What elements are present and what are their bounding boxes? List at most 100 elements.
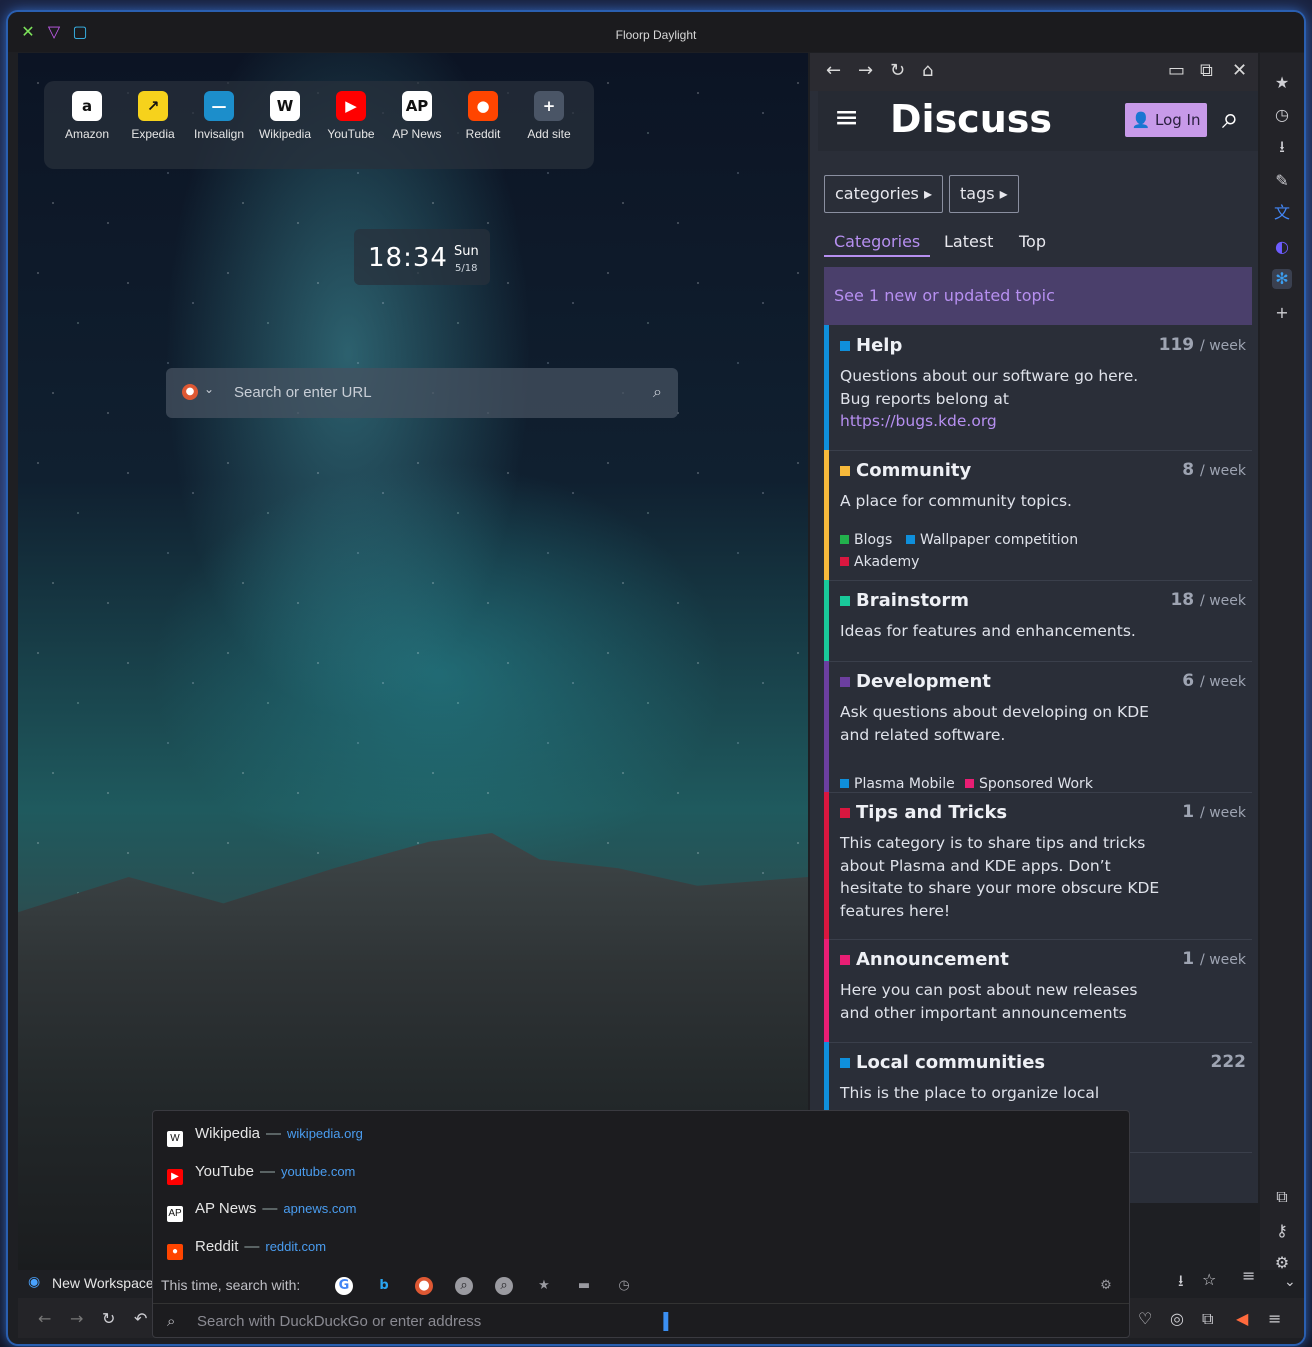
category-name[interactable]: Brainstorm [840,590,969,611]
tags-dropdown[interactable]: tags ▸ [949,175,1019,213]
category-swatch [840,1058,850,1068]
category-color-bar [824,661,829,792]
subcategory-link[interactable]: Plasma Mobile [840,776,955,792]
star-icon[interactable]: ☆ [1202,1270,1216,1289]
new-topics-banner[interactable]: See 1 new or updated topic [824,267,1252,325]
tab-categories[interactable]: Categories [824,232,931,257]
category-item[interactable]: Help 119 / week Questions about our softwa… [824,325,1252,451]
extensions-icon[interactable]: ⧉ [1202,1309,1213,1329]
save-page-icon[interactable]: ⭳ [1178,1270,1184,1297]
chevron-down-icon[interactable]: ⌄ [204,382,214,396]
category-name[interactable]: Help [840,335,902,356]
category-item[interactable]: Community 8 / week A place for community t… [824,450,1252,581]
separator: — [259,1162,275,1180]
tab-latest[interactable]: Latest [944,232,993,251]
back-icon[interactable]: ← [826,62,841,80]
list-icon[interactable]: ≡ [1242,1266,1255,1285]
menu-icon[interactable]: ≡ [1268,1309,1281,1328]
top-site-ap-news[interactable]: AP AP News [384,91,450,141]
tab-top[interactable]: Top [1019,232,1046,251]
undo-icon[interactable]: ↶ [134,1309,147,1328]
search-icon[interactable]: ⌕ [653,382,662,402]
category-name[interactable]: Local communities [840,1052,1045,1073]
bing-icon[interactable]: b [375,1277,393,1295]
duckduckgo-icon[interactable]: ● [182,384,198,400]
clock-date: 5/18 [455,263,478,274]
site-icon: a [72,91,102,121]
suggestion-row[interactable]: AP AP News — apnews.com [167,1200,356,1222]
top-site-amazon[interactable]: a Amazon [54,91,120,141]
download-icon[interactable]: ⭳ [1272,137,1292,157]
category-link[interactable]: https://bugs.kde.org [840,412,997,430]
history-icon[interactable]: ◷ [615,1277,633,1295]
suggestion-url: wikipedia.org [287,1126,363,1141]
key-icon[interactable]: ⚷ [1272,1221,1292,1241]
back-icon[interactable]: ← [38,1309,51,1328]
search-settings-icon[interactable]: ⚙ [1097,1277,1115,1295]
forward-icon[interactable]: → [70,1309,83,1328]
top-site-add-site[interactable]: + Add site [516,91,582,141]
suggestion-row[interactable]: W Wikipedia — wikipedia.org [167,1125,363,1147]
panel-layout-icon[interactable]: ▭ [1168,62,1185,80]
extension-icon[interactable]: ◐ [1272,237,1292,257]
newtab-search-box[interactable]: ● ⌄ Search or enter URL ⌕ [166,368,678,418]
search-engine-icon[interactable]: ⌕ [495,1277,513,1295]
subcategory-link[interactable]: Blogs [840,532,892,548]
translate-icon[interactable]: 文 [1272,203,1292,223]
workspace-label[interactable]: New Workspace [52,1275,154,1291]
reload-icon[interactable]: ↻ [890,62,905,80]
category-name[interactable]: Development [840,671,991,692]
top-site-invisalign[interactable]: — Invisalign [186,91,252,141]
login-button[interactable]: 👤 Log In [1125,103,1207,137]
add-panel-icon[interactable]: + [1272,303,1292,323]
extensions-icon[interactable]: ⧉ [1272,1187,1292,1207]
mute-icon[interactable]: ◀ [1236,1309,1248,1328]
duckduckgo-icon[interactable]: ● [415,1277,433,1295]
category-item[interactable]: Tips and Tricks 1 / week This category is … [824,792,1252,940]
chevron-down-icon[interactable]: ⌄ [1284,1274,1296,1290]
top-site-expedia[interactable]: ↗ Expedia [120,91,186,141]
top-site-youtube[interactable]: ▶ YouTube [318,91,384,141]
suggestion-row[interactable]: ▶ YouTube — youtube.com [167,1162,355,1185]
search-engine-icon[interactable]: ⌕ [455,1277,473,1295]
pocket-icon[interactable]: ♡ [1138,1309,1152,1328]
categories-dropdown[interactable]: categories ▸ [824,175,943,213]
close-panel-icon[interactable]: ✕ [1232,62,1247,80]
open-in-tab-icon[interactable]: ⧉ [1200,62,1213,80]
notes-icon[interactable]: ✎ [1272,171,1292,191]
suggestion-title: YouTube [195,1162,254,1180]
kde-discuss-icon[interactable]: ✻ [1272,269,1292,289]
category-count: 8 / week [1182,460,1246,480]
google-icon[interactable]: G [335,1277,353,1295]
top-site-wikipedia[interactable]: W Wikipedia [252,91,318,141]
category-name[interactable]: Announcement [840,949,1009,970]
account-icon[interactable]: ◎ [1170,1309,1184,1328]
subcategory-link[interactable]: Akademy [840,554,919,570]
discuss-logo[interactable]: Discuss [890,97,1052,141]
subcategory-link[interactable]: Sponsored Work [965,776,1093,792]
reload-icon[interactable]: ↻ [102,1309,115,1328]
search-icon[interactable]: ⌕ [1222,101,1239,136]
category-item[interactable]: Development 6 / week Ask questions about d… [824,661,1252,793]
category-count: 18 / week [1170,590,1246,610]
bookmarks-icon[interactable]: ★ [535,1277,553,1295]
address-bar[interactable]: ⌕ Search with DuckDuckGo or enter addres… [153,1303,1129,1338]
site-icon: ↗ [138,91,168,121]
bookmark-icon[interactable]: ★ [1272,73,1292,93]
hamburger-menu-icon[interactable]: ≡ [834,103,859,133]
separator: — [244,1237,260,1255]
site-favicon: AP [167,1206,183,1222]
history-icon[interactable]: ◷ [1272,105,1292,125]
forward-icon[interactable]: → [858,62,873,80]
suggestion-row[interactable]: ● Reddit — reddit.com [167,1237,326,1260]
category-item[interactable]: Announcement 1 / week Here you can post ab… [824,939,1252,1043]
subcategory-link[interactable]: Wallpaper competition [906,532,1078,548]
category-name[interactable]: Tips and Tricks [840,802,1007,823]
home-icon[interactable]: ⌂ [922,62,933,80]
category-name[interactable]: Community [840,460,971,481]
tabs-icon[interactable]: ▬ [575,1277,593,1295]
category-item[interactable]: Brainstorm 18 / week Ideas for features an… [824,580,1252,662]
category-count: 222 [1210,1052,1247,1072]
top-site-reddit[interactable]: ● Reddit [450,91,516,141]
category-description: Ask questions about developing on KDE an… [840,703,1149,744]
